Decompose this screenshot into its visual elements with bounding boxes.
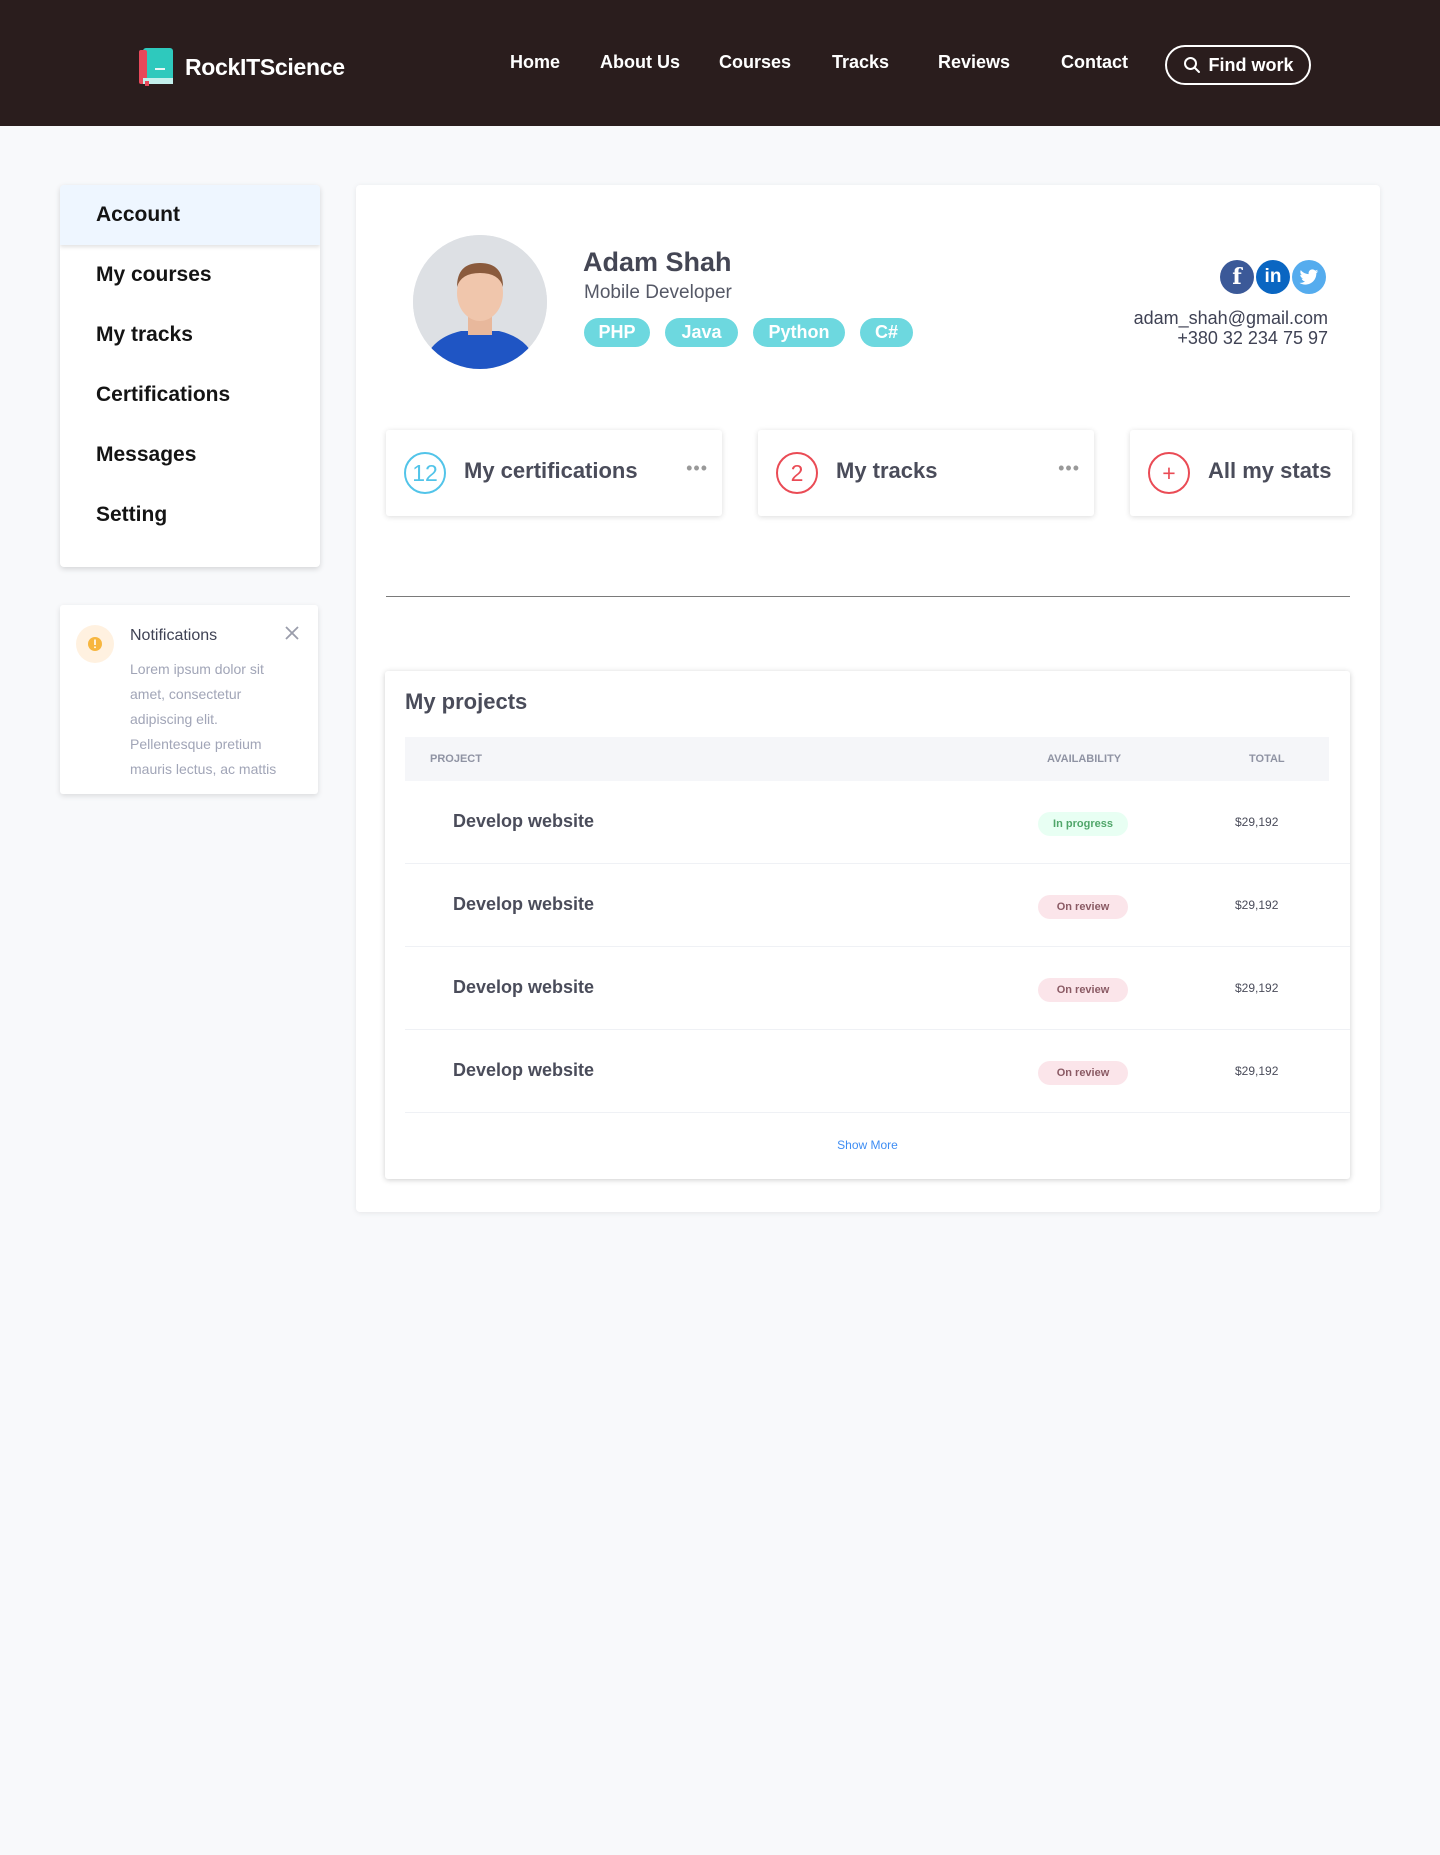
- table-row[interactable]: Develop website On review $29,192: [405, 864, 1350, 947]
- plus-icon: +: [1148, 452, 1190, 494]
- status-badge: On review: [1038, 1061, 1128, 1085]
- column-header-project: PROJECT: [430, 753, 482, 765]
- linkedin-icon[interactable]: in: [1256, 260, 1290, 294]
- project-name: Develop website: [453, 894, 595, 914]
- table-row[interactable]: Develop website On review $29,192: [405, 947, 1350, 1030]
- notification-title: Notifications: [130, 627, 218, 644]
- status-badge: On review: [1038, 895, 1128, 919]
- more-icon[interactable]: •••: [1058, 458, 1080, 479]
- search-icon: [1183, 57, 1200, 73]
- sidebar-item-my-tracks[interactable]: My tracks: [60, 305, 320, 365]
- sidebar-item-messages[interactable]: Messages: [60, 425, 320, 485]
- stat-card-all-stats[interactable]: + All my stats: [1130, 430, 1352, 516]
- contact-info: adam_shah@gmail.com +380 32 234 75 97: [1134, 308, 1328, 348]
- status-badge: In progress: [1038, 812, 1128, 836]
- twitter-icon[interactable]: [1292, 260, 1326, 294]
- profile-email[interactable]: adam_shah@gmail.com: [1134, 308, 1328, 328]
- stat-label: All my stats: [1208, 458, 1332, 483]
- table-row[interactable]: Develop website In progress $29,192: [405, 781, 1350, 864]
- sidebar-item-account[interactable]: Account: [60, 185, 320, 245]
- skill-tag: PHP: [584, 318, 650, 347]
- nav-contact[interactable]: Contact: [1061, 52, 1128, 73]
- projects-card: My projects PROJECT AVAILABILITY TOTAL D…: [385, 671, 1350, 1179]
- skill-tag: C#: [860, 318, 913, 347]
- nav-home[interactable]: Home: [510, 52, 560, 73]
- table-header: PROJECT AVAILABILITY TOTAL: [405, 737, 1329, 781]
- project-total: $29,192: [1235, 898, 1279, 912]
- find-work-label: Find work: [1208, 54, 1294, 75]
- skill-tag: Java: [665, 318, 738, 347]
- stat-card-certifications[interactable]: 12 My certifications •••: [386, 430, 722, 516]
- show-more-link[interactable]: Show More: [385, 1138, 1350, 1152]
- stat-card-tracks[interactable]: 2 My tracks •••: [758, 430, 1094, 516]
- nav-reviews[interactable]: Reviews: [938, 52, 1010, 73]
- stat-count: 2: [776, 452, 818, 494]
- project-name: Develop website: [453, 1060, 595, 1080]
- stat-label: My tracks: [836, 458, 938, 483]
- section-divider: [386, 596, 1350, 597]
- skill-tag: Python: [753, 318, 845, 347]
- nav-courses[interactable]: Courses: [719, 52, 791, 73]
- social-links: f in: [1220, 260, 1326, 294]
- column-header-total: TOTAL: [1249, 753, 1285, 765]
- nav-about-us[interactable]: About Us: [600, 52, 680, 73]
- stat-label: My certifications: [464, 458, 638, 483]
- avatar: [413, 235, 547, 369]
- sidebar-item-my-courses[interactable]: My courses: [60, 245, 320, 305]
- project-total: $29,192: [1235, 1064, 1279, 1078]
- profile-phone: +380 32 234 75 97: [1177, 328, 1328, 348]
- column-header-availability: AVAILABILITY: [1047, 753, 1122, 765]
- table-row[interactable]: Develop website On review $29,192: [405, 1030, 1350, 1113]
- stat-count: 12: [404, 452, 446, 494]
- close-icon[interactable]: [281, 622, 303, 644]
- sidebar-item-setting[interactable]: Setting: [60, 485, 320, 545]
- find-work-button[interactable]: Find work: [1165, 45, 1311, 85]
- profile-name: Adam Shah: [583, 247, 732, 277]
- nav-tracks[interactable]: Tracks: [832, 52, 889, 73]
- projects-title: My projects: [405, 689, 528, 714]
- profile-role: Mobile Developer: [584, 282, 732, 303]
- status-badge: On review: [1038, 978, 1128, 1002]
- project-name: Develop website: [453, 977, 595, 997]
- more-icon[interactable]: •••: [686, 458, 708, 479]
- sidebar-menu: Account My courses My tracks Certificati…: [60, 185, 320, 567]
- notification-body: Lorem ipsum dolor sit amet, consectetur …: [130, 661, 277, 777]
- project-name: Develop website: [453, 811, 595, 831]
- skill-tags: PHP Java Python C#: [584, 318, 928, 347]
- facebook-icon[interactable]: f: [1220, 260, 1254, 294]
- sidebar-item-certifications[interactable]: Certifications: [60, 365, 320, 425]
- account-panel: Adam Shah Mobile Developer PHP Java Pyth…: [356, 185, 1380, 1212]
- notification-card: Notifications Lorem ipsum dolor sit amet…: [60, 605, 318, 794]
- warning-icon: [76, 625, 114, 663]
- project-total: $29,192: [1235, 981, 1279, 995]
- top-header: RockITScience Home About Us Courses Trac…: [0, 0, 1440, 126]
- project-total: $29,192: [1235, 815, 1279, 829]
